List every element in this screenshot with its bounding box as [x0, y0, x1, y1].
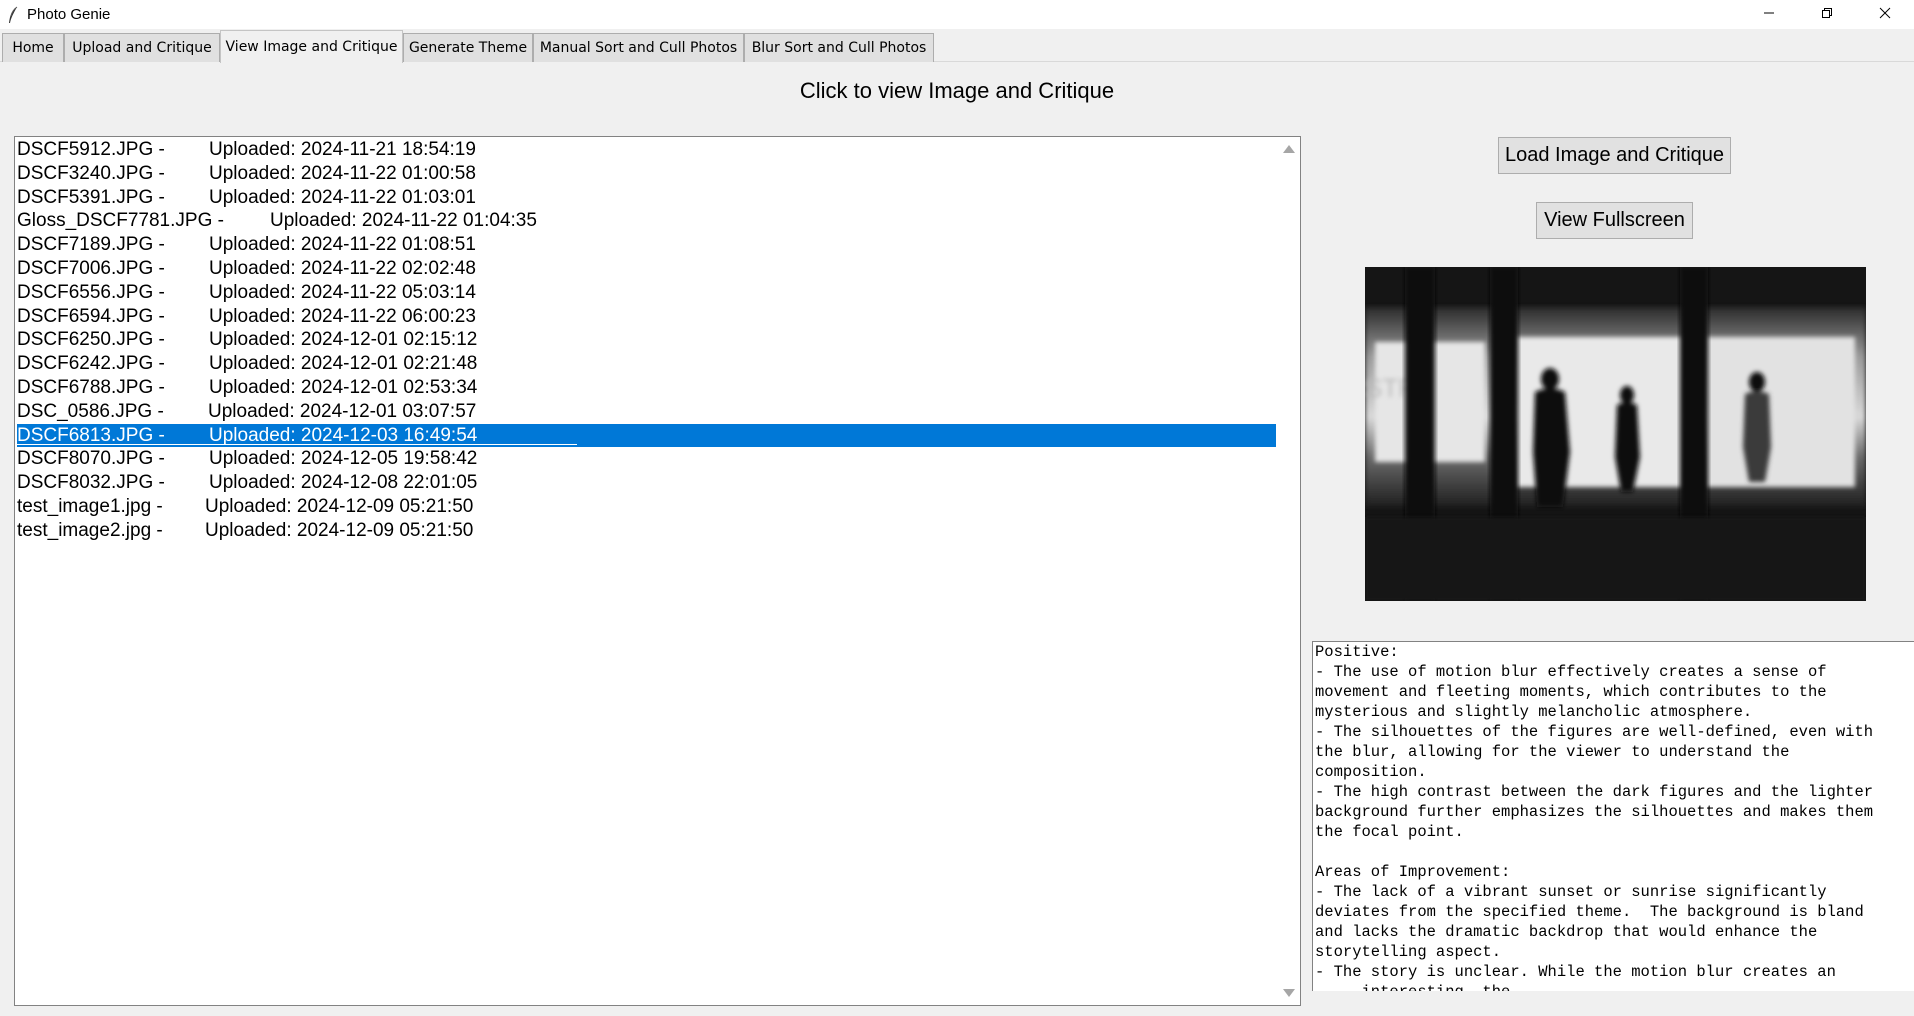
tab-manual-sort-and-cull[interactable]: Manual Sort and Cull Photos — [533, 33, 744, 62]
critique-line: - The use of motion blur effectively cre… — [1315, 663, 1827, 681]
critique-line: mysterious and slightly melancholic atmo… — [1315, 703, 1753, 721]
critique-line: - The high contrast between the dark fig… — [1315, 783, 1874, 801]
list-item-uploaded: Uploaded: 2024-11-22 05:03:14 — [209, 281, 476, 303]
list-item[interactable]: DSCF5912.JPG - Uploaded: 2024-11-21 18:54… — [17, 138, 1276, 161]
list-item[interactable]: DSC_0586.JPG - Uploaded: 2024-12-01 03:07… — [17, 400, 1276, 423]
list-item-uploaded: Uploaded: 2024-11-22 01:03:01 — [209, 186, 476, 208]
list-item-filename: DSCF7189.JPG - — [17, 234, 165, 256]
subway-photo: STR — [1365, 267, 1866, 601]
list-item-filename: DSC_0586.JPG - — [17, 400, 164, 422]
list-item-filename: DSCF5912.JPG - — [17, 139, 165, 160]
list-item-filename: DSCF6250.JPG - — [17, 329, 165, 351]
list-item-uploaded: Uploaded: 2024-11-22 01:08:51 — [209, 234, 476, 256]
list-item[interactable]: DSCF5391.JPG - Uploaded: 2024-11-22 01:03… — [17, 186, 1276, 209]
list-item-filename: DSCF8032.JPG - — [17, 472, 165, 494]
list-item[interactable]: DSCF6594.JPG - Uploaded: 2024-11-22 06:00… — [17, 305, 1276, 328]
photo-listbox[interactable]: DSCF5912.JPG - Uploaded: 2024-11-21 18:54… — [14, 136, 1301, 1006]
list-item[interactable]: test_image1.jpg - Uploaded: 2024-12-09 05… — [17, 495, 1276, 518]
critique-line: Areas of Improvement: — [1315, 863, 1511, 881]
critique-line: - The lack of a vibrant sunset or sunris… — [1315, 883, 1827, 901]
feather-icon — [5, 6, 21, 24]
list-item-uploaded: Uploaded: 2024-11-22 01:04:35 — [270, 210, 537, 232]
list-scrollbar[interactable] — [1277, 137, 1300, 1005]
restore-button[interactable] — [1798, 0, 1856, 29]
list-item-filename: DSCF6242.JPG - — [17, 353, 165, 375]
critique-line: storytelling aspect. — [1315, 943, 1502, 961]
tab-home[interactable]: Home — [2, 33, 64, 62]
tab-blur-sort-and-cull[interactable]: Blur Sort and Cull Photos — [744, 33, 934, 62]
list-item[interactable]: DSCF7189.JPG - Uploaded: 2024-11-22 01:08… — [17, 233, 1276, 256]
list-item-uploaded: Uploaded: 2024-11-21 18:54:19 — [209, 139, 476, 160]
list-item-filename: DSCF8070.JPG - — [17, 448, 165, 470]
list-item-uploaded: Uploaded: 2024-12-01 02:53:34 — [209, 377, 478, 398]
critique-line: composition. — [1315, 763, 1427, 781]
list-item-uploaded: Uploaded: 2024-11-22 06:00:23 — [209, 305, 476, 327]
list-item-uploaded: Uploaded: 2024-12-09 05:21:50 — [205, 519, 474, 541]
critique-line: movement and fleeting moments, which con… — [1315, 683, 1827, 701]
close-button[interactable] — [1856, 0, 1914, 29]
title-bar: Photo Genie — [0, 0, 1914, 29]
window-title: Photo Genie — [27, 6, 111, 23]
list-item[interactable]: DSCF6788.JPG - Uploaded: 2024-12-01 02:53… — [17, 376, 1276, 399]
list-item[interactable]: Gloss_DSCF7781.JPG - Uploaded: 2024-11-22… — [17, 209, 1276, 232]
list-item-uploaded: Uploaded: 2024-12-01 02:15:12 — [209, 329, 478, 351]
scroll-up-icon[interactable] — [1283, 145, 1295, 153]
list-item-uploaded: Uploaded: 2024-12-01 02:21:48 — [209, 353, 478, 375]
critique-line: Positive: — [1315, 643, 1399, 661]
list-item-filename: DSCF6788.JPG - — [17, 377, 165, 398]
list-item[interactable]: test_image2.jpg - Uploaded: 2024-12-09 05… — [17, 519, 1276, 542]
tab-generate-theme[interactable]: Generate Theme — [403, 33, 533, 62]
list-item-uploaded: Uploaded: 2024-11-22 01:00:58 — [209, 162, 476, 184]
critique-line: the blur, allowing for the viewer to und… — [1315, 743, 1790, 761]
list-item-filename: DSCF7006.JPG - — [17, 258, 165, 279]
window-controls — [1740, 0, 1914, 29]
critique-line: the focal point. — [1315, 823, 1464, 841]
critique-line: - The silhouettes of the figures are wel… — [1315, 723, 1874, 741]
list-item[interactable]: DSCF6556.JPG - Uploaded: 2024-11-22 05:03… — [17, 281, 1276, 304]
critique-line: background further emphasizes the silhou… — [1315, 803, 1874, 821]
tab-upload-and-critique[interactable]: Upload and Critique — [64, 33, 220, 62]
list-item-uploaded: Uploaded: 2024-11-22 02:02:48 — [209, 258, 476, 279]
list-item-selected[interactable]: DSCF6813.JPG - Uploaded: 2024-12-03 16:49… — [17, 423, 1276, 447]
critique-text-area[interactable]: Positive: - The use of motion blur effect… — [1312, 641, 1914, 991]
close-icon — [1879, 6, 1891, 24]
minimize-button[interactable] — [1740, 0, 1798, 29]
list-item-filename: DSCF6556.JPG - — [17, 281, 165, 303]
list-item-uploaded: Uploaded: 2024-12-01 03:07:57 — [208, 400, 477, 422]
load-image-and-critique-button[interactable]: Load Image and Critique — [1498, 137, 1731, 174]
list-item[interactable]: DSCF7006.JPG - Uploaded: 2024-11-22 02:02… — [17, 257, 1276, 280]
list-item-filename: test_image2.jpg - — [17, 519, 163, 541]
list-item-filename: test_image1.jpg - — [17, 496, 163, 517]
list-item-filename: DSCF5391.JPG - — [17, 186, 165, 208]
list-item-filename: Gloss_DSCF7781.JPG - — [17, 210, 224, 232]
critique-line: interesting, the — [1313, 982, 1914, 991]
list-item-uploaded: Uploaded: 2024-12-09 05:21:50 — [205, 496, 474, 517]
tab-bar: Home Upload and Critique View Image and … — [0, 29, 1914, 63]
tab-view-image-and-critique[interactable]: View Image and Critique — [220, 30, 403, 63]
list-item[interactable]: DSCF3240.JPG - Uploaded: 2024-11-22 01:00… — [17, 162, 1276, 185]
critique-line — [1313, 842, 1914, 862]
list-item-uploaded: Uploaded: 2024-12-05 19:58:42 — [209, 448, 478, 470]
list-item-uploaded: Uploaded: 2024-12-08 22:01:05 — [209, 472, 478, 494]
page-title: Click to view Image and Critique — [799, 78, 1115, 103]
list-item-filename: DSCF3240.JPG - — [17, 162, 165, 184]
photo-preview: STR — [1365, 267, 1866, 601]
critique-line: - The story is unclear. While the motion… — [1315, 963, 1836, 981]
list-item[interactable]: DSCF6242.JPG - Uploaded: 2024-12-01 02:21… — [17, 352, 1276, 375]
list-item-filename: DSCF6594.JPG - — [17, 305, 165, 327]
critique-line: deviates from the specified theme. The b… — [1315, 903, 1864, 921]
selection-underline — [17, 443, 577, 445]
view-fullscreen-button[interactable]: View Fullscreen — [1536, 202, 1693, 239]
critique-line: and lacks the dramatic backdrop that wou… — [1315, 923, 1818, 941]
list-item[interactable]: DSCF8032.JPG - Uploaded: 2024-12-08 22:01… — [17, 471, 1276, 494]
list-item[interactable]: DSCF6250.JPG - Uploaded: 2024-12-01 02:15… — [17, 328, 1276, 351]
restore-icon — [1821, 6, 1833, 24]
critique-lines: Positive: - The use of motion blur effect… — [1313, 642, 1914, 991]
scroll-down-icon[interactable] — [1283, 989, 1295, 997]
minimize-icon — [1763, 6, 1775, 24]
list-item[interactable]: DSCF8070.JPG - Uploaded: 2024-12-05 19:58… — [17, 447, 1276, 470]
